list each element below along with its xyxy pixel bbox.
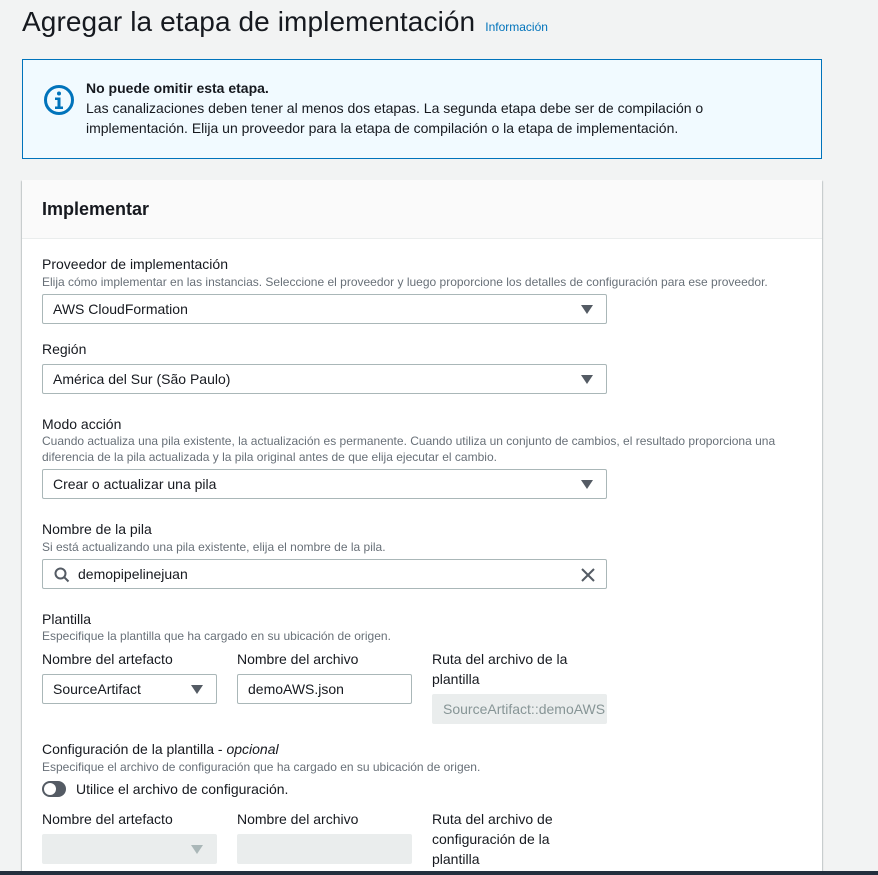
page-title: Agregar la etapa de implementación <box>22 6 476 37</box>
caret-down-icon <box>581 305 593 314</box>
config-file-toggle[interactable] <box>42 781 66 797</box>
provider-value: AWS CloudFormation <box>53 301 188 317</box>
provider-label: Proveedor de implementación <box>42 256 228 272</box>
region-label: Región <box>42 341 87 357</box>
template-label: Plantilla <box>42 611 92 627</box>
deploy-panel: Implementar Proveedor de implementación … <box>22 180 822 875</box>
caret-down-icon <box>191 845 203 854</box>
stack-name-description: Si está actualizando una pila existente,… <box>42 540 386 554</box>
provider-description: Elija cómo implementar en las instancias… <box>42 275 768 289</box>
config-path-label-line1: Ruta del archivo de <box>432 811 553 827</box>
template-path-input: SourceArtifact::demoAWS.json <box>432 694 607 724</box>
template-config-label: Configuración de la plantilla - opcional <box>42 739 279 759</box>
template-artifact-select[interactable]: SourceArtifact <box>42 674 217 704</box>
panel-title: Implementar <box>42 199 150 219</box>
region-value: América del Sur (São Paulo) <box>53 371 231 387</box>
panel-header: Implementar <box>22 180 822 239</box>
alert-message-line1: Las canalizaciones deben tener al menos … <box>86 100 704 116</box>
config-artifact-label: Nombre del artefacto <box>42 811 173 827</box>
info-alert: No puede omitir esta etapa. Las canaliza… <box>22 59 822 159</box>
action-mode-description-line1: Cuando actualiza una pila existente, la … <box>42 434 776 448</box>
config-path-label-line3: plantilla <box>432 851 480 867</box>
caret-down-icon <box>581 375 593 384</box>
caret-down-icon <box>191 685 203 694</box>
provider-select[interactable]: AWS CloudFormation <box>42 294 607 324</box>
config-artifact-select <box>42 834 217 864</box>
search-icon <box>54 567 70 583</box>
caret-down-icon <box>581 480 593 489</box>
stack-name-value: demopipelinejuan <box>78 566 188 582</box>
template-filename-input[interactable]: demoAWS.json <box>237 674 412 704</box>
action-mode-value: Crear o actualizar una pila <box>53 476 217 492</box>
template-description: Especifique la plantilla que ha cargado … <box>42 629 391 643</box>
template-artifact-value: SourceArtifact <box>53 681 141 697</box>
alert-message-line2: implementación. Elija un proveedor para … <box>86 120 679 136</box>
stack-name-search-input[interactable]: demopipelinejuan <box>42 559 607 589</box>
config-filename-label: Nombre del archivo <box>237 811 359 827</box>
template-path-value: SourceArtifact::demoAWS.json <box>443 701 607 717</box>
page-header: Agregar la etapa de implementación Infor… <box>22 6 548 38</box>
template-path-label-line2: plantilla <box>432 671 480 687</box>
info-link[interactable]: Información <box>485 20 548 34</box>
template-path-label-line1: Ruta del archivo de la <box>432 651 568 667</box>
region-select[interactable]: América del Sur (São Paulo) <box>42 364 607 394</box>
action-mode-select[interactable]: Crear o actualizar una pila <box>42 469 607 499</box>
config-file-toggle-label: Utilice el archivo de configuración. <box>76 781 289 797</box>
action-mode-label: Modo acción <box>42 416 122 432</box>
action-mode-description-line2: diferencia de la pila actualizada y la p… <box>42 450 497 464</box>
optional-tag: opcional <box>226 741 279 757</box>
template-artifact-label: Nombre del artefacto <box>42 651 173 667</box>
bottom-bar <box>0 871 878 875</box>
template-config-label-text: Configuración de la plantilla - <box>42 741 227 757</box>
config-path-label-line2: configuración de la <box>432 831 550 847</box>
template-filename-value: demoAWS.json <box>248 681 344 697</box>
stack-name-label: Nombre de la pila <box>42 521 152 537</box>
info-icon <box>44 85 74 115</box>
config-filename-input <box>237 834 412 864</box>
template-config-description: Especifique el archivo de configuración … <box>42 760 481 774</box>
close-icon[interactable] <box>580 567 596 583</box>
alert-title: No puede omitir esta etapa. <box>86 80 269 96</box>
template-filename-label: Nombre del archivo <box>237 651 359 667</box>
